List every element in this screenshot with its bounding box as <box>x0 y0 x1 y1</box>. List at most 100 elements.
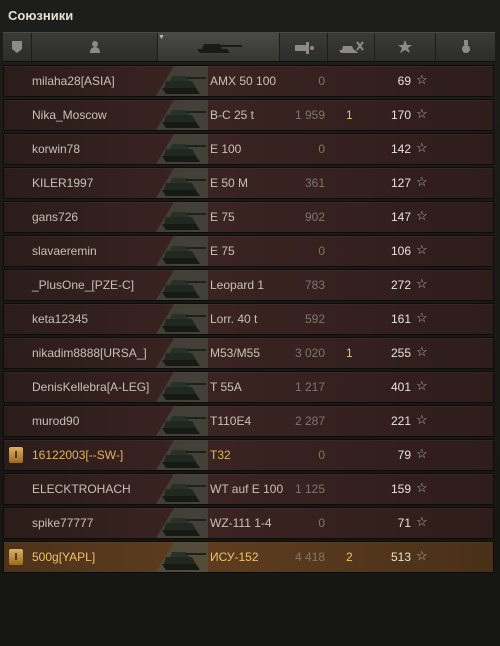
vehicle-name: T 55A <box>210 380 242 394</box>
kills-value: 2 <box>346 550 353 564</box>
player-row[interactable]: keta12345 Lorr. 40 t 592 161 ☆ <box>3 303 494 335</box>
xp-value: 69 <box>397 74 411 88</box>
column-kills-header[interactable] <box>328 33 375 61</box>
vehicle-name: M53/M55 <box>210 346 261 360</box>
star-icon: ☆ <box>416 106 428 121</box>
player-row[interactable]: nikadim8888[URSA_] M53/M55 3 020 1 255 ☆ <box>3 337 494 369</box>
player-icon <box>89 41 100 53</box>
player-row[interactable]: slavaeremin E 75 0 106 ☆ <box>3 235 494 267</box>
xp-value: 142 <box>390 142 411 156</box>
vehicle-icon <box>156 338 208 368</box>
player-row[interactable]: KILER1997 E 50 M 361 127 ☆ <box>3 167 494 199</box>
vehicle-name: Lorr. 40 t <box>210 312 258 326</box>
damage-value: 592 <box>304 312 325 326</box>
player-name: slavaeremin <box>32 244 97 258</box>
star-icon: ☆ <box>416 480 428 495</box>
player-row[interactable]: murod90 T110E4 2 287 221 ☆ <box>3 405 494 437</box>
column-platoon-header[interactable] <box>3 33 32 61</box>
player-name: keta12345 <box>32 312 89 326</box>
vehicle-icon <box>156 66 208 96</box>
medal-icon <box>461 40 470 53</box>
damage-value: 1 959 <box>294 108 325 122</box>
star-icon: ☆ <box>416 140 428 155</box>
damage-value: 4 418 <box>294 550 325 564</box>
star-icon: ☆ <box>416 412 428 427</box>
damage-value: 1 217 <box>294 380 325 394</box>
xp-value: 147 <box>390 210 411 224</box>
star-icon: ☆ <box>416 174 428 189</box>
column-medals-header[interactable] <box>436 33 495 61</box>
vehicle-name: B-C 25 t <box>210 108 255 122</box>
tank-icon <box>196 44 242 53</box>
player-name: Nika_Moscow <box>32 108 107 122</box>
vehicle-icon <box>156 304 208 334</box>
xp-value: 221 <box>390 414 411 428</box>
xp-value: 106 <box>390 244 411 258</box>
star-icon: ☆ <box>416 514 428 529</box>
vehicle-icon <box>156 100 208 130</box>
damage-value: 0 <box>318 244 325 258</box>
player-row[interactable]: spike77777 WZ-111 1-4 0 71 ☆ <box>3 507 494 539</box>
xp-value: 255 <box>390 346 411 360</box>
damage-value: 0 <box>318 516 325 530</box>
kills-value: 1 <box>346 108 353 122</box>
player-name: DenisKellebra[A-LEG] <box>32 380 150 394</box>
player-name: ELECKTROHACH <box>32 482 131 496</box>
platoon-icon <box>12 41 22 53</box>
xp-value: 170 <box>390 108 411 122</box>
vehicle-name: Leopard 1 <box>210 278 265 292</box>
player-row[interactable]: korwin78 E 100 0 142 ☆ <box>3 133 494 165</box>
vehicle-icon <box>156 236 208 266</box>
damage-value: 3 020 <box>294 346 325 360</box>
table-header: ▼ <box>3 32 495 62</box>
damage-value: 361 <box>304 176 325 190</box>
player-row[interactable]: milaha28[ASIA] AMX 50 100 0 69 ☆ <box>3 65 494 97</box>
vehicle-icon <box>156 134 208 164</box>
vehicle-icon <box>156 508 208 538</box>
vehicle-icon <box>156 168 208 198</box>
xp-value: 513 <box>390 550 411 564</box>
damage-value: 0 <box>318 74 325 88</box>
xp-value: 401 <box>390 380 411 394</box>
xp-value: 159 <box>390 482 411 496</box>
player-name: murod90 <box>32 414 80 428</box>
player-row[interactable]: I 500g[YAPL] ИСУ-152 4 418 2 513 ☆ <box>3 541 494 573</box>
vehicle-name: AMX 50 100 <box>210 74 277 88</box>
damage-value: 2 287 <box>294 414 325 428</box>
column-vehicle-header[interactable] <box>158 33 280 61</box>
column-xp-header[interactable] <box>375 33 436 61</box>
damage-value: 1 125 <box>294 482 325 496</box>
player-row[interactable]: ELECKTROHACH WT auf E 100 1 125 159 ☆ <box>3 473 494 505</box>
player-name: _PlusOne_[PZE-C] <box>32 278 135 292</box>
vehicle-name: E 50 M <box>210 176 249 190</box>
player-row[interactable]: DenisKellebra[A-LEG] T 55A 1 217 401 ☆ <box>3 371 494 403</box>
player-name: korwin78 <box>32 142 81 156</box>
damage-value: 783 <box>304 278 325 292</box>
player-row[interactable]: I 16122003[--SW-] T32 0 79 ☆ <box>3 439 494 471</box>
column-damage-header[interactable] <box>280 33 328 61</box>
vehicle-name: E 75 <box>210 244 235 258</box>
column-player-header[interactable] <box>32 33 158 61</box>
vehicle-name: E 75 <box>210 210 235 224</box>
damage-value: 0 <box>318 448 325 462</box>
vehicle-icon <box>156 542 208 572</box>
kills-value: 1 <box>346 346 353 360</box>
vehicle-icon <box>156 270 208 300</box>
star-icon: ☆ <box>416 548 428 563</box>
damage-value: 0 <box>318 142 325 156</box>
vehicle-name: WZ-111 1-4 <box>210 516 272 530</box>
player-row[interactable]: gans726 E 75 902 147 ☆ <box>3 201 494 233</box>
player-name: KILER1997 <box>32 176 94 190</box>
vehicle-name: WT auf E 100 <box>210 482 284 496</box>
star-icon: ☆ <box>416 72 428 87</box>
vehicle-name: E 100 <box>210 142 242 156</box>
vehicle-name: T32 <box>210 448 231 462</box>
player-name: gans726 <box>32 210 79 224</box>
platoon-badge-icon: I <box>9 447 23 463</box>
vehicle-icon <box>156 372 208 402</box>
player-row[interactable]: _PlusOne_[PZE-C] Leopard 1 783 272 ☆ <box>3 269 494 301</box>
player-row[interactable]: Nika_Moscow B-C 25 t 1 959 1 170 ☆ <box>3 99 494 131</box>
player-name: 16122003[--SW-] <box>32 448 124 462</box>
vehicle-icon <box>156 474 208 504</box>
player-name: 500g[YAPL] <box>32 550 96 564</box>
